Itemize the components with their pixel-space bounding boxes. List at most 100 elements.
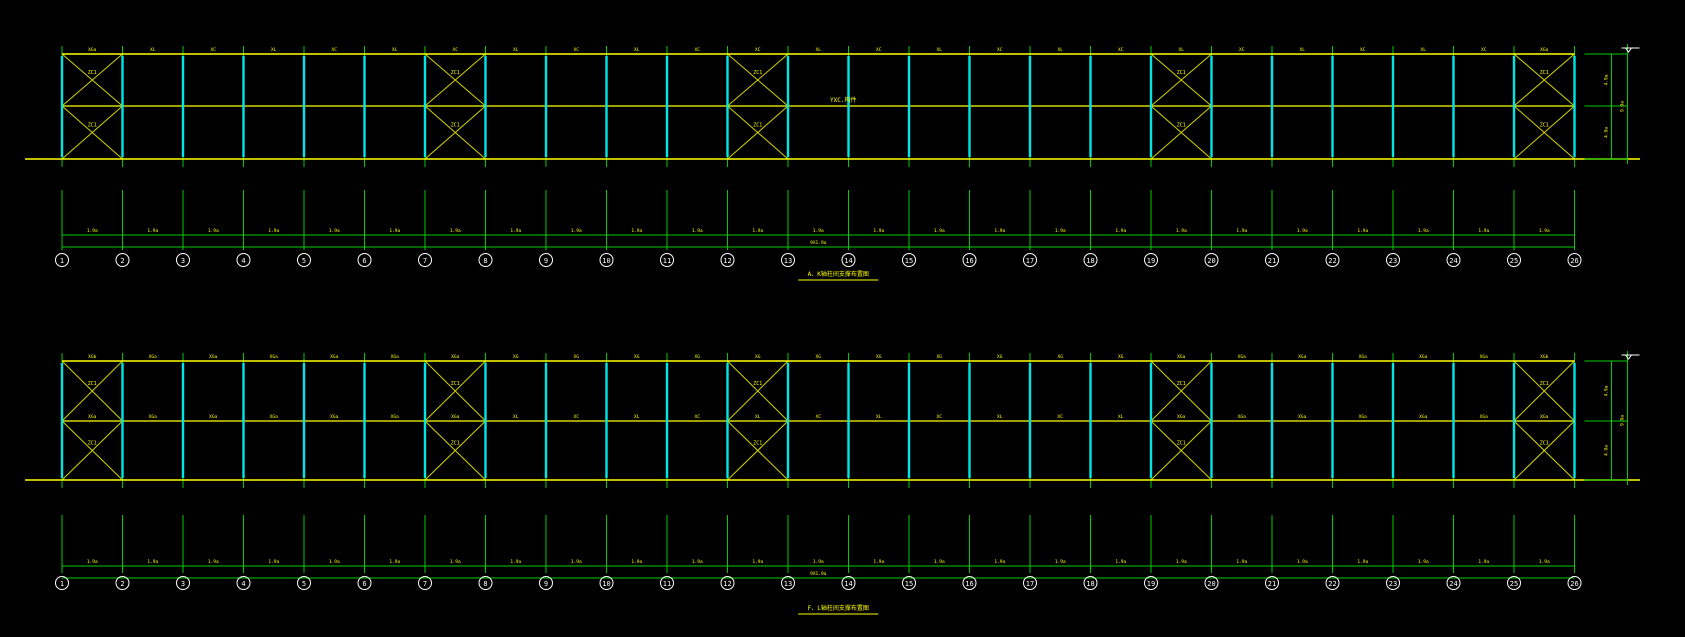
grid-axis-number: 12 (723, 580, 731, 588)
total-dimension-text: 9X1.9a (810, 571, 827, 577)
grid-axis-number: 24 (1449, 257, 1457, 265)
top-beam-label: XC (997, 47, 1003, 53)
grid-axis-number: 7 (423, 257, 427, 265)
mid-beam-label: XGa (1419, 414, 1427, 420)
grid-axis-number: 21 (1268, 257, 1276, 265)
mid-beam-label: XL (997, 414, 1003, 420)
top-beam-label: XL (816, 47, 822, 53)
grid-axis-number: 19 (1147, 580, 1155, 588)
grid-axis-number: 19 (1147, 257, 1155, 265)
mid-beam-label: XGa (1359, 414, 1367, 420)
brace-label: ZC1 (1177, 70, 1186, 76)
mid-beam-label: XC (574, 414, 580, 420)
grid-axis-number: 3 (181, 257, 185, 265)
top-beam-label: XG (634, 354, 640, 360)
grid-axis-number: 1 (60, 257, 64, 265)
span-dimension-text: 1.9a (510, 559, 521, 565)
brace-label: ZC1 (753, 70, 762, 76)
elevation-dim-text: 4.9a (1604, 74, 1610, 85)
mid-beam-label: XGa (1298, 414, 1306, 420)
span-dimension-text: 1.9a (571, 228, 582, 234)
elevation-dim-text: 4.9a (1604, 127, 1610, 138)
span-dimension-text: 1.9a (1055, 228, 1066, 234)
grid-axis-number: 10 (602, 580, 610, 588)
mid-beam-label: XL (876, 414, 882, 420)
grid-axis-number: 5 (302, 257, 306, 265)
top-beam-label: XL (937, 47, 943, 53)
brace-label: ZC1 (451, 381, 460, 387)
top-beam-label: XG (1058, 354, 1064, 360)
top-beam-label: XG (876, 354, 882, 360)
top-beam-label: XGa (1177, 354, 1185, 360)
span-dimension-text: 1.9a (1539, 559, 1550, 565)
span-dimension-text: 1.9a (329, 559, 340, 565)
grid-axis-number: 17 (1026, 580, 1034, 588)
brace-label: ZC1 (1540, 123, 1549, 129)
mid-beam-label: XL (755, 414, 761, 420)
grid-axis-number: 16 (965, 257, 973, 265)
top-beam-label: XGa (1419, 354, 1427, 360)
brace-label: ZC1 (88, 381, 97, 387)
brace-label: ZC1 (88, 123, 97, 129)
top-beam-label: XGa (270, 354, 278, 360)
span-dimension-text: 1.9a (389, 559, 400, 565)
grid-axis-number: 1 (60, 580, 64, 588)
brace-label: ZC1 (88, 70, 97, 76)
brace-label: ZC1 (88, 441, 97, 447)
span-dimension-text: 1.9a (450, 228, 461, 234)
span-dimension-text: 1.9a (1055, 559, 1066, 565)
brace-label: ZC1 (1540, 441, 1549, 447)
span-dimension-text: 1.9a (389, 228, 400, 234)
top-beam-label: XC (574, 47, 580, 53)
span-dimension-text: 1.9a (1418, 559, 1429, 565)
grid-axis-number: 22 (1328, 257, 1336, 265)
grid-axis-number: 18 (1086, 257, 1094, 265)
span-dimension-text: 1.9a (873, 228, 884, 234)
brace-label: ZC1 (451, 441, 460, 447)
top-beam-label: XL (1058, 47, 1064, 53)
drawing-title: F、L轴柱间支撑布置图 (808, 604, 869, 612)
mid-beam-label: XL (1118, 414, 1124, 420)
top-beam-label: XL (392, 47, 398, 53)
level-mark-triangle (1625, 47, 1632, 53)
span-dimension-text: 1.9a (692, 559, 703, 565)
top-beam-label: XGb (88, 354, 96, 360)
grid-axis-number: 13 (784, 580, 792, 588)
grid-axis-number: 11 (663, 580, 671, 588)
grid-axis-number: 3 (181, 580, 185, 588)
top-beam-label: XG (755, 354, 761, 360)
brace-label: ZC1 (753, 441, 762, 447)
top-beam-label: XC (876, 47, 882, 53)
span-dimension-text: 1.9a (1176, 559, 1187, 565)
top-beam-label: XGa (149, 354, 157, 360)
top-beam-label: XGa (451, 354, 459, 360)
top-beam-label: XL (1179, 47, 1185, 53)
drawing-canvas: ZC1 ZC1 ZC1 ZC1 ZC1 ZC1 ZC1 ZC1 ZC1 ZC1 XGa XL XC XL X… (25, 44, 1640, 615)
top-beam-label: XC (1360, 47, 1366, 53)
top-beam-label: XG (1118, 354, 1124, 360)
level-mark-triangle (1625, 354, 1632, 360)
mid-beam-label: XGa (1540, 414, 1548, 420)
grid-axis-number: 4 (241, 257, 245, 265)
top-beam-label: XC (755, 47, 761, 53)
span-dimension-text: 1.9a (752, 228, 763, 234)
top-beam-label: XL (271, 47, 277, 53)
total-dimension-text: 9X1.9a (810, 240, 827, 246)
span-dimension-text: 1.9a (1297, 228, 1308, 234)
brace-label: ZC1 (753, 381, 762, 387)
grid-axis-number: 20 (1207, 580, 1215, 588)
top-beam-label: XG (695, 354, 701, 360)
grid-axis-number: 20 (1207, 257, 1215, 265)
top-beam-label: XC (332, 47, 338, 53)
span-dimension-text: 1.9a (208, 559, 219, 565)
span-dimension-text: 1.9a (631, 228, 642, 234)
grid-axis-number: 23 (1389, 580, 1397, 588)
span-dimension-text: 1.9a (1297, 559, 1308, 565)
grid-axis-number: 18 (1086, 580, 1094, 588)
mid-beam-label: XGa (88, 414, 96, 420)
span-dimension-text: 1.9a (268, 559, 279, 565)
top-beam-label: XGa (330, 354, 338, 360)
grid-axis-number: 10 (602, 257, 610, 265)
span-dimension-text: 1.9a (994, 559, 1005, 565)
grid-axis-number: 5 (302, 580, 306, 588)
